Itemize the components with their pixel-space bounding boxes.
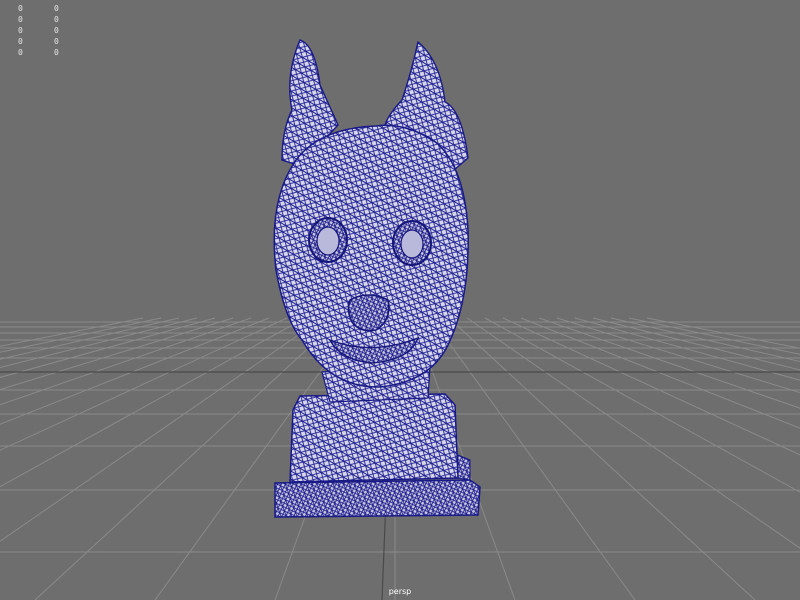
pedestal-base-slab [274,479,481,518]
grid-line [448,317,756,600]
viewport-scene[interactable] [0,0,800,600]
grid-line [0,317,216,378]
grid-line [0,317,252,406]
grid-line [0,317,198,369]
left-eye [308,217,348,263]
grid-line [556,317,800,394]
grid-line [484,317,800,493]
grid-line [0,317,144,347]
rabbit-head-bust-wireframe-mesh[interactable] [273,39,481,518]
grid-line [0,317,234,391]
camera-name-label: persp [388,587,412,596]
grid-line [0,317,288,451]
grid-line [502,317,800,456]
grid-line [574,317,800,381]
grid-line [628,317,800,355]
grid-line [610,317,800,363]
grid-line [592,317,800,371]
grid-line [646,317,800,349]
right-eye [392,220,432,266]
grid-line [466,317,800,549]
pedestal-block [289,393,459,483]
perspective-viewport[interactable]: 0 0 0 0 0 0 0 0 0 0 persp [0,0,800,600]
grid-line [0,317,306,488]
snout [347,294,390,332]
